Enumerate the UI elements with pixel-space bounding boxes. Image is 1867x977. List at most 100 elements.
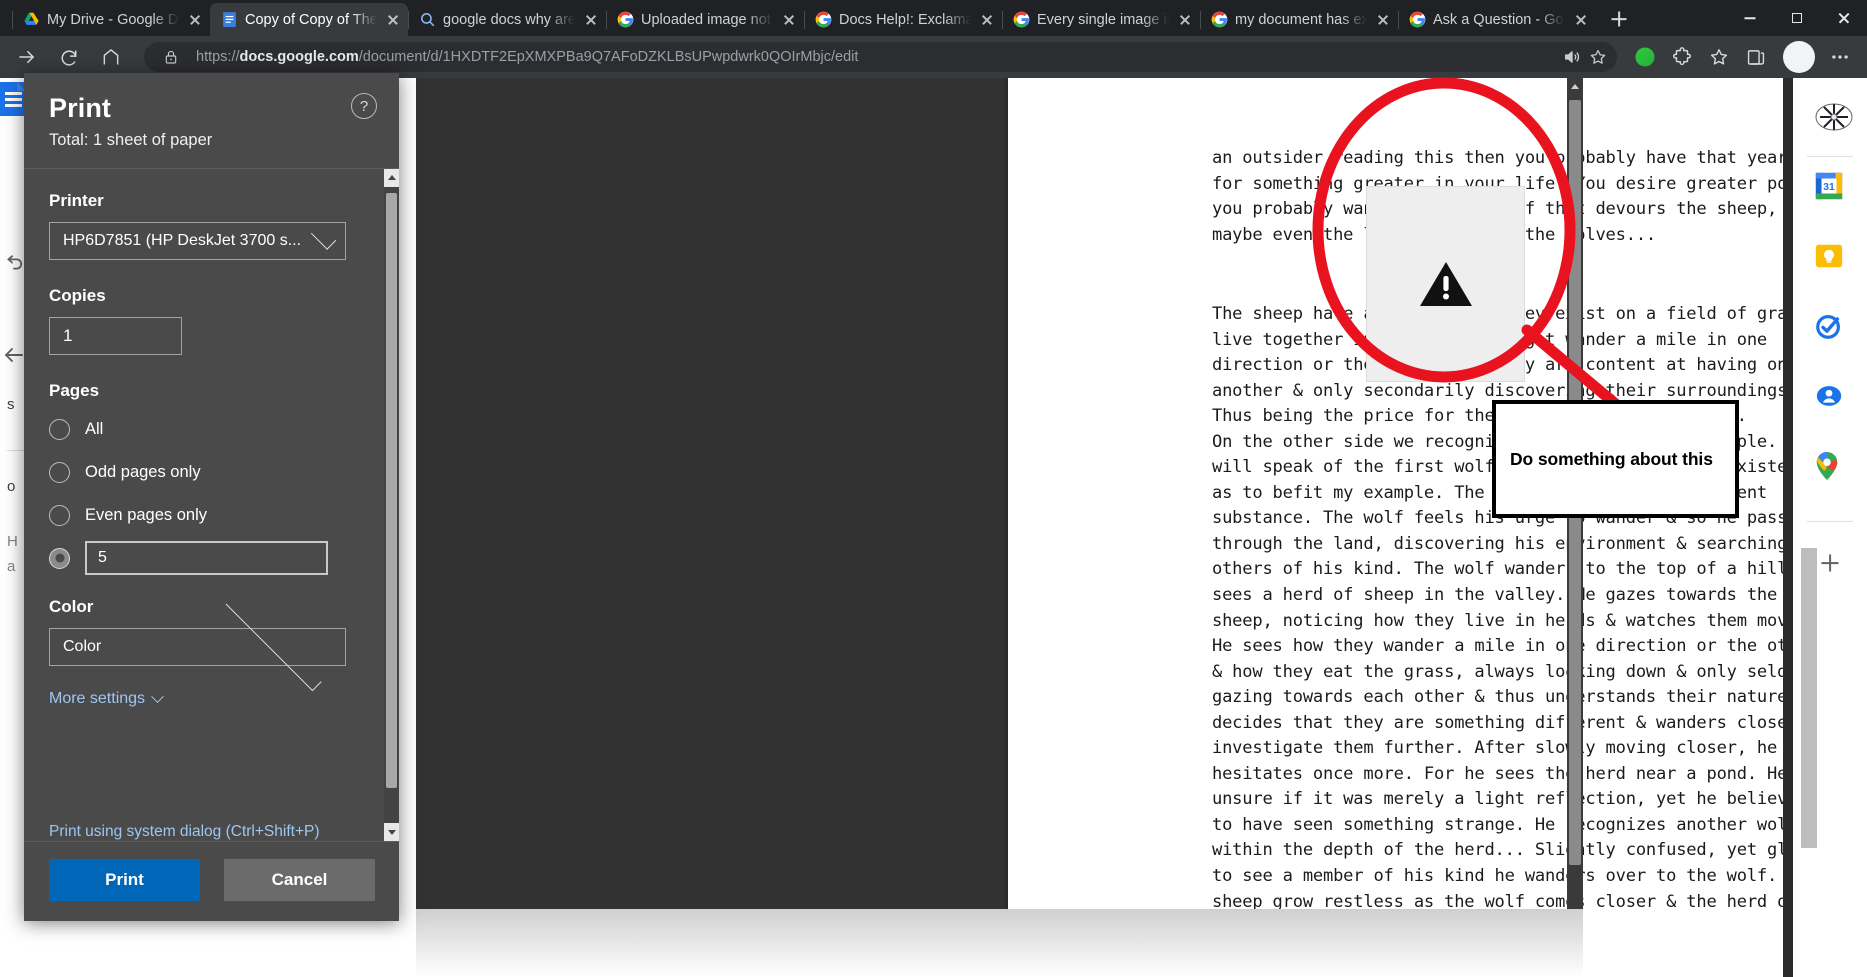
scroll-down-arrow[interactable] [384, 823, 399, 841]
browser-tab-2[interactable]: google docs why are im [408, 3, 606, 36]
copies-field: Copies [49, 286, 375, 355]
printer-field: Printer HP6D7851 (HP DeskJet 3700 s... [49, 191, 375, 260]
collections-icon[interactable] [1739, 40, 1773, 74]
close-icon[interactable] [582, 11, 600, 29]
google-docs-icon [221, 11, 238, 28]
tab-title: Docs Help!: Exclamation [839, 11, 971, 28]
pages-option-even[interactable]: Even pages only [49, 498, 375, 532]
close-window-button[interactable] [1820, 0, 1867, 36]
tab-title: google docs why are im [443, 11, 575, 28]
divider [1807, 156, 1853, 157]
page-title: Print [49, 93, 112, 123]
search-icon [419, 11, 436, 28]
side-panel-collapse-handle[interactable] [1801, 548, 1817, 848]
side-panel-edge [1783, 78, 1793, 977]
printer-select[interactable]: HP6D7851 (HP DeskJet 3700 s... [49, 222, 346, 260]
tab-title: Ask a Question - Google [1433, 11, 1565, 28]
browser-tab-3[interactable]: Uploaded image not sho [606, 3, 804, 36]
chevron-down-icon [310, 223, 337, 250]
new-tab-button[interactable] [1602, 4, 1636, 34]
profile-avatar[interactable] [1783, 41, 1815, 73]
tab-strip: My Drive - Google Drive Copy of Copy of … [0, 0, 1867, 36]
extension-green-icon[interactable] [1628, 40, 1662, 74]
color-label: Color [49, 597, 94, 616]
print-button[interactable]: Print [49, 859, 200, 901]
browser-tab-0[interactable]: My Drive - Google Drive [12, 3, 210, 36]
browser-tab-6[interactable]: my document has exclam [1200, 3, 1398, 36]
settings-more-icon[interactable] [1823, 40, 1857, 74]
close-icon[interactable] [1374, 11, 1392, 29]
google-contacts-icon[interactable] [1814, 381, 1846, 413]
browser-tab-4[interactable]: Docs Help!: Exclamation [804, 3, 1002, 36]
radio-label: Even pages only [85, 505, 208, 524]
browser-tab-7[interactable]: Ask a Question - Google [1398, 3, 1596, 36]
add-favorite-icon[interactable] [1585, 44, 1611, 70]
close-icon[interactable] [978, 11, 996, 29]
lock-icon [158, 44, 184, 70]
tab-title: Copy of Copy of The W... [245, 11, 377, 28]
maximize-window-button[interactable] [1773, 0, 1820, 36]
google-workspace-side-panel: 31 [1793, 78, 1867, 977]
close-icon[interactable] [780, 11, 798, 29]
close-icon[interactable] [1572, 11, 1590, 29]
url-text: https://docs.google.com/document/d/1HXDT… [196, 49, 859, 65]
tab-title: my document has exclam [1235, 11, 1367, 28]
cancel-button[interactable]: Cancel [224, 859, 375, 901]
tab-title: Every single image in m [1037, 11, 1169, 28]
window-controls [1726, 0, 1867, 36]
print-dialog-footer: Print Cancel [24, 841, 399, 921]
add-side-panel-app-button[interactable] [1815, 548, 1845, 578]
radio-icon-selected [49, 547, 70, 569]
radio-icon [49, 461, 70, 483]
print-dialog-scrollbar[interactable] [384, 169, 399, 841]
home-icon[interactable] [94, 40, 128, 74]
custom-page-range-input[interactable] [85, 541, 328, 575]
address-bar[interactable]: https://docs.google.com/document/d/1HXDT… [144, 42, 1617, 72]
scrollbar-thumb[interactable] [1569, 100, 1581, 865]
favorites-icon[interactable] [1702, 40, 1736, 74]
copies-input[interactable] [49, 317, 182, 355]
pages-option-odd[interactable]: Odd pages only [49, 455, 375, 489]
printer-selected-value: HP6D7851 (HP DeskJet 3700 s... [63, 232, 302, 249]
google-tasks-icon[interactable] [1814, 311, 1846, 343]
browser-tab-5[interactable]: Every single image in m [1002, 3, 1200, 36]
print-system-dialog-link[interactable]: Print using system dialog (Ctrl+Shift+P) [49, 823, 320, 841]
google-icon [617, 11, 634, 28]
extensions-puzzle-icon[interactable] [1665, 40, 1699, 74]
broken-image-placeholder [1366, 186, 1525, 382]
print-settings-scroll-area: Printer HP6D7851 (HP DeskJet 3700 s... C… [24, 169, 399, 841]
scroll-up-arrow[interactable] [1567, 78, 1583, 96]
scroll-up-arrow[interactable] [384, 169, 399, 187]
close-icon[interactable] [384, 11, 402, 29]
document-underlay-fade [416, 909, 1583, 977]
navigation-toolbar: https://docs.google.com/document/d/1HXDT… [0, 36, 1867, 78]
chevron-down-icon [151, 689, 164, 703]
warning-triangle-icon [1419, 262, 1472, 306]
browser-tab-1[interactable]: Copy of Copy of The W... [210, 3, 408, 36]
google-icon [1211, 11, 1228, 28]
preview-scrollbar[interactable] [1567, 78, 1583, 920]
print-dialog-header: Print Total: 1 sheet of paper ? [24, 73, 399, 164]
scrollbar-thumb[interactable] [386, 193, 397, 788]
color-select[interactable]: Color [49, 594, 346, 691]
radio-label: Odd pages only [85, 462, 201, 481]
reload-icon[interactable] [52, 40, 86, 74]
google-maps-icon[interactable] [1814, 451, 1846, 483]
preview-paragraph-top: an outsider reading this then you probab… [1212, 148, 1828, 245]
google-drive-icon [23, 11, 40, 28]
more-settings-toggle[interactable]: More settings [49, 689, 164, 708]
preview-paragraph-body: The sheep have an easy life. They exist … [1212, 304, 1828, 937]
close-icon[interactable] [1176, 11, 1194, 29]
help-icon[interactable]: ? [351, 93, 377, 119]
minimize-window-button[interactable] [1726, 0, 1773, 36]
google-calendar-icon[interactable]: 31 [1814, 171, 1846, 203]
read-aloud-icon[interactable] [1559, 44, 1585, 70]
color-field: Color Color [49, 594, 375, 691]
close-icon[interactable] [186, 11, 204, 29]
google-keep-icon[interactable] [1814, 241, 1846, 273]
forward-arrow-icon[interactable] [10, 40, 44, 74]
google-docs-explore-icon[interactable] [1814, 100, 1853, 132]
google-icon [815, 11, 832, 28]
pages-option-all[interactable]: All [49, 412, 375, 446]
pages-option-custom[interactable] [49, 541, 375, 575]
